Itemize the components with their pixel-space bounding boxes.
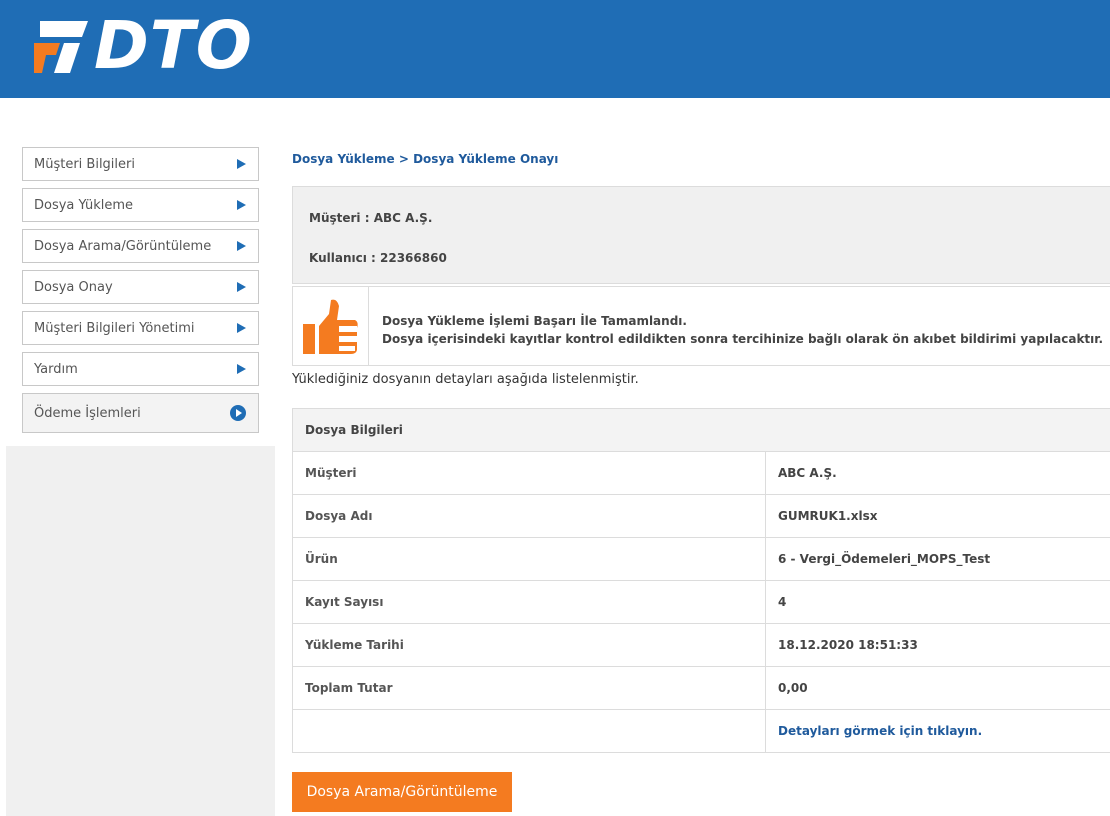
row-key-empty [293, 710, 766, 752]
details-link[interactable]: Detayları görmek için tıklayın. [766, 710, 1110, 752]
row-key: Toplam Tutar [293, 667, 766, 709]
success-text: Dosya Yükleme İşlemi Başarı İle Tamamlan… [382, 312, 1103, 348]
row-key: Kayıt Sayısı [293, 581, 766, 623]
row-value: ABC A.Ş. [778, 466, 837, 480]
thumbs-up-icon [303, 299, 358, 354]
sidebar-item-dosya-arama[interactable]: Dosya Arama/Görüntüleme [22, 229, 259, 263]
logo[interactable]: DTO [30, 10, 253, 82]
table-row: Toplam Tutar 0,00 [293, 667, 1110, 710]
breadcrumb: Dosya Yükleme > Dosya Yükleme Onayı [292, 152, 559, 166]
sidebar-background [6, 446, 275, 816]
row-value: GUMRUK1.xlsx [778, 509, 878, 523]
arrow-right-icon [237, 282, 246, 292]
sidebar-item-label: Ödeme İşlemleri [34, 405, 141, 421]
sidebar-item-odeme-islemleri[interactable]: Ödeme İşlemleri [22, 393, 259, 433]
table-row: Müşteri ABC A.Ş. [293, 452, 1110, 495]
row-value: 6 - Vergi_Ödemeleri_MOPS_Test [778, 552, 991, 566]
arrow-right-icon [237, 200, 246, 210]
logo-text: DTO [94, 7, 253, 84]
sidebar-item-label: Müşteri Bilgileri Yönetimi [34, 320, 195, 336]
header: DTO [0, 0, 1110, 98]
success-title: Dosya Yükleme İşlemi Başarı İle Tamamlan… [382, 314, 687, 328]
table-header: Dosya Bilgileri [293, 409, 1110, 452]
sidebar-item-label: Dosya Onay [34, 279, 113, 295]
logo-mark-icon [34, 21, 88, 73]
row-value: 18.12.2020 18:51:33 [778, 638, 918, 652]
row-value: 4 [778, 595, 787, 609]
sidebar-item-label: Müşteri Bilgileri [34, 156, 135, 172]
success-detail: Dosya içerisindeki kayıtlar kontrol edil… [382, 332, 1104, 346]
sidebar-item-yardim[interactable]: Yardım [22, 352, 259, 386]
play-circle-icon [230, 405, 246, 421]
arrow-right-icon [237, 159, 246, 169]
customer-line: Müşteri : ABC A.Ş. [309, 211, 433, 225]
customer-info-box: Müşteri : ABC A.Ş. Kullanıcı : 22366860 [292, 186, 1110, 284]
thumbs-up-cell [293, 287, 369, 365]
sidebar-item-dosya-yukleme[interactable]: Dosya Yükleme [22, 188, 259, 222]
table-row: Ürün 6 - Vergi_Ödemeleri_MOPS_Test [293, 538, 1110, 581]
row-key: Ürün [293, 538, 766, 580]
sidebar-item-label: Dosya Yükleme [34, 197, 134, 213]
sidebar-item-musteri-yonetimi[interactable]: Müşteri Bilgileri Yönetimi [22, 311, 259, 345]
sidebar-item-label: Yardım [34, 361, 78, 377]
sidebar-item-label: Dosya Arama/Görüntüleme [34, 238, 212, 254]
arrow-right-icon [237, 241, 246, 251]
row-key: Müşteri [293, 452, 766, 494]
row-key: Dosya Adı [293, 495, 766, 537]
intro-text: Yüklediğiniz dosyanın detayları aşağıda … [292, 372, 639, 387]
table-row: Kayıt Sayısı 4 [293, 581, 1110, 624]
user-line: Kullanıcı : 22366860 [309, 251, 447, 265]
row-key: Yükleme Tarihi [293, 624, 766, 666]
sidebar: Müşteri Bilgileri Dosya Yükleme Dosya Ar… [22, 147, 259, 440]
arrow-right-icon [237, 323, 246, 333]
search-files-button[interactable]: Dosya Arama/Görüntüleme [292, 772, 512, 812]
file-details-table: Dosya Bilgileri Müşteri ABC A.Ş. Dosya A… [292, 408, 1110, 753]
table-row: Detayları görmek için tıklayın. [293, 710, 1110, 753]
row-value: 0,00 [778, 681, 808, 695]
arrow-right-icon [237, 364, 246, 374]
success-message-box: Dosya Yükleme İşlemi Başarı İle Tamamlan… [292, 286, 1110, 366]
table-row: Yükleme Tarihi 18.12.2020 18:51:33 [293, 624, 1110, 667]
sidebar-item-dosya-onay[interactable]: Dosya Onay [22, 270, 259, 304]
table-row: Dosya Adı GUMRUK1.xlsx [293, 495, 1110, 538]
sidebar-item-musteri-bilgileri[interactable]: Müşteri Bilgileri [22, 147, 259, 181]
